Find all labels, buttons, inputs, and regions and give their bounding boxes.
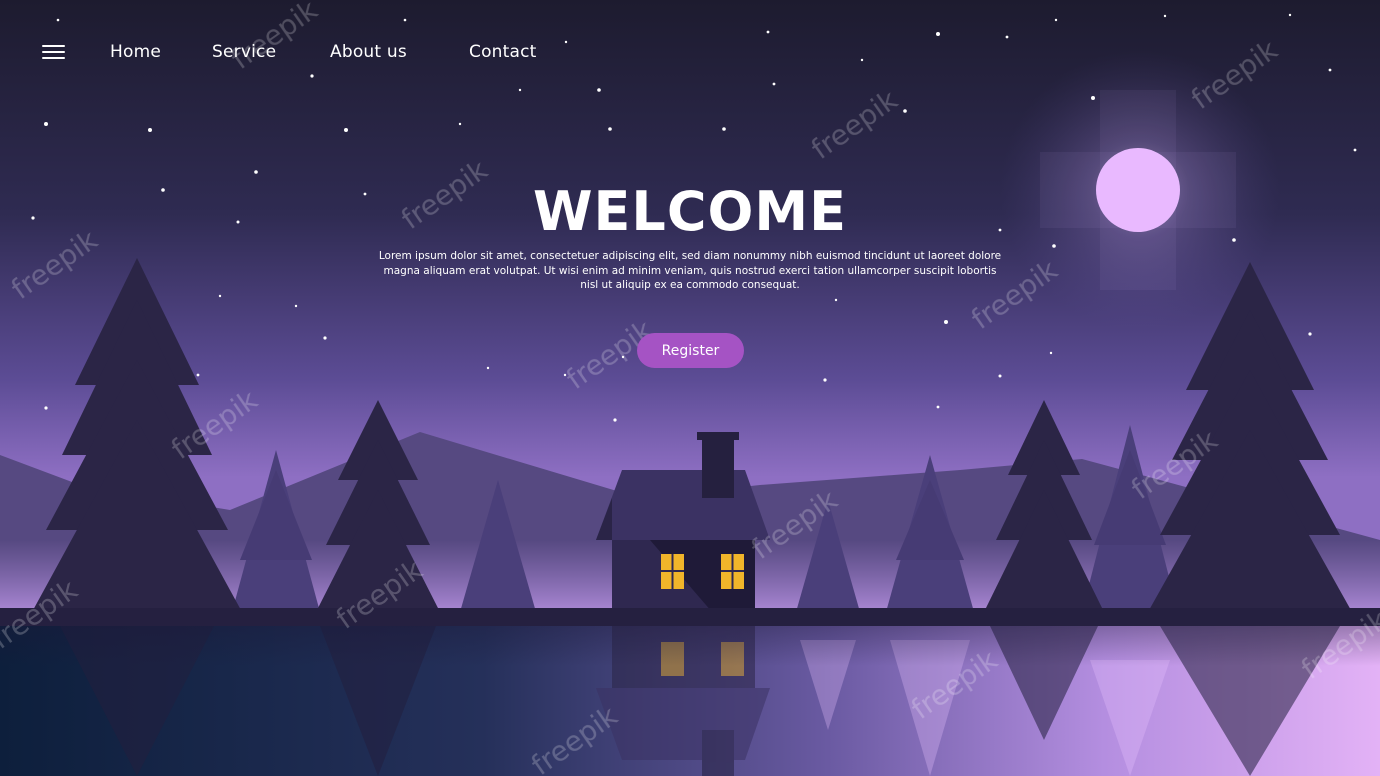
register-button[interactable]: Register (637, 333, 744, 368)
hero-title: WELCOME (532, 180, 848, 243)
nav-link-about-us[interactable]: About us (330, 42, 407, 62)
shoreline (0, 608, 1380, 626)
nav-link-home[interactable]: Home (110, 42, 161, 62)
hero-description: Lorem ipsum dolor sit amet, consectetuer… (378, 250, 1002, 292)
nav-link-contact[interactable]: Contact (469, 42, 537, 62)
night-scene-background: freepik freepik freepik freepik freepik … (0, 0, 1380, 776)
top-navigation: Home Service About us Contact (0, 40, 700, 66)
hamburger-menu-icon[interactable] (42, 45, 66, 61)
nav-link-service[interactable]: Service (212, 42, 276, 62)
